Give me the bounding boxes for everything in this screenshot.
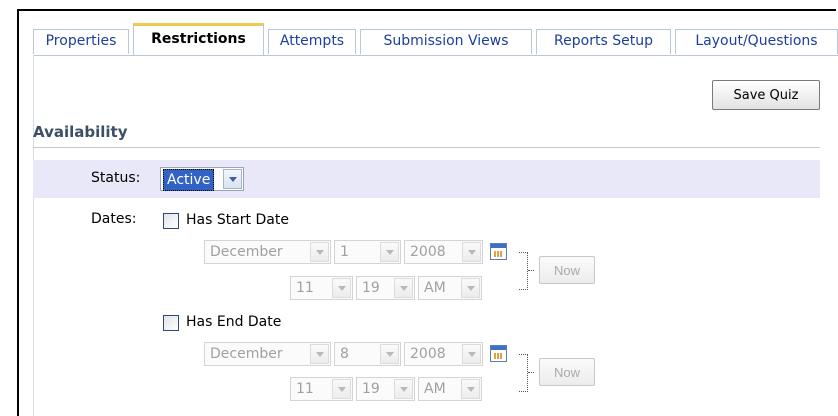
chevron-down-icon[interactable] [310,242,329,262]
section-divider [33,147,820,148]
chevron-down-icon[interactable] [223,169,242,189]
dates-label: Dates: [91,211,137,227]
end-month-select[interactable]: December [204,342,331,366]
end-year-value: 2008 [410,346,446,362]
end-month-value: December [210,346,283,362]
has-start-date-checkbox[interactable] [163,213,179,229]
chevron-down-icon[interactable] [462,344,481,364]
start-ampm-value: AM [424,280,446,296]
section-title-availability: Availability [33,123,128,141]
date-time-bracket [519,354,528,392]
end-day-value: 8 [340,346,349,362]
start-month-value: December [210,244,283,260]
calendar-icon[interactable] [490,243,507,260]
tab-restrictions[interactable]: Restrictions [133,23,264,55]
chevron-down-icon[interactable] [310,344,329,364]
tab-reports-setup[interactable]: Reports Setup [536,29,671,54]
chevron-down-icon[interactable] [394,379,413,399]
chevron-down-icon[interactable] [461,278,480,298]
chevron-down-icon[interactable] [380,242,399,262]
status-row [33,160,820,198]
chevron-down-icon[interactable] [462,242,481,262]
status-selected-value: Active [163,169,215,191]
tab-bar-divider [33,55,838,56]
tab-attempts[interactable]: Attempts [268,29,356,54]
chevron-down-icon[interactable] [461,379,480,399]
start-hour-value: 11 [296,280,314,296]
end-day-select[interactable]: 8 [334,342,401,366]
end-minute-value: 19 [362,381,380,397]
start-ampm-select[interactable]: AM [418,276,482,300]
status-select[interactable]: Active [160,167,244,191]
date-time-bracket [519,252,528,290]
start-month-select[interactable]: December [204,240,331,264]
tab-submission-views[interactable]: Submission Views [360,29,532,54]
chevron-down-icon[interactable] [380,344,399,364]
bracket-connector [528,372,534,373]
end-year-select[interactable]: 2008 [404,342,483,366]
end-ampm-value: AM [424,381,446,397]
has-end-date-checkbox[interactable] [163,315,179,331]
bracket-connector [528,270,534,271]
end-ampm-select[interactable]: AM [418,377,482,401]
has-end-date-label: Has End Date [186,314,282,330]
status-label: Status: [91,170,141,186]
chevron-down-icon[interactable] [394,278,413,298]
save-quiz-button[interactable]: Save Quiz [712,80,820,110]
calendar-icon[interactable] [490,345,507,362]
end-now-button[interactable]: Now [539,358,595,386]
chevron-down-icon[interactable] [332,278,351,298]
start-day-value: 1 [340,244,349,260]
start-year-select[interactable]: 2008 [404,240,483,264]
end-minute-select[interactable]: 19 [356,377,415,401]
start-hour-select[interactable]: 11 [290,276,353,300]
panel-border [33,55,34,416]
start-day-select[interactable]: 1 [334,240,401,264]
chevron-down-icon[interactable] [332,379,351,399]
end-hour-value: 11 [296,381,314,397]
start-minute-select[interactable]: 19 [356,276,415,300]
start-minute-value: 19 [362,280,380,296]
start-year-value: 2008 [410,244,446,260]
start-now-button[interactable]: Now [539,256,595,284]
has-start-date-label: Has Start Date [186,212,289,228]
tab-layout-questions[interactable]: Layout/Questions [675,29,838,54]
tab-properties[interactable]: Properties [33,29,129,54]
end-hour-select[interactable]: 11 [290,377,353,401]
